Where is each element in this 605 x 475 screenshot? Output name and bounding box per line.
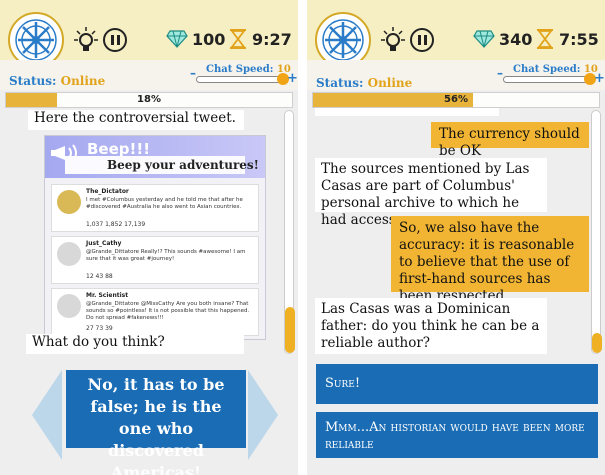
- speed-increase-button[interactable]: +: [287, 71, 298, 86]
- choice-sure-button[interactable]: Sure!: [316, 364, 598, 404]
- choice-text: Mmm...An historian would have been more …: [325, 420, 585, 452]
- status-bar: Status: Online – Chat Speed: 10 +: [307, 60, 605, 90]
- chat-speed-label: Chat Speed: 10: [206, 64, 291, 75]
- avatar: [57, 294, 81, 318]
- progress-bar: 18%: [5, 92, 293, 108]
- chat-scrollbar-thumb[interactable]: [592, 333, 602, 353]
- status-value: Online: [60, 74, 106, 88]
- tweet-post: The_Dictator I met #Columbus yesterday a…: [51, 184, 259, 232]
- time-remaining: 9:27: [252, 30, 292, 49]
- tweet-stats: 12 43 88: [86, 273, 113, 280]
- tweet-stats: 1,037 1,852 17,139: [86, 221, 146, 228]
- hourglass-timer-icon: [230, 29, 246, 49]
- tweet-screenshot-image: Beep!!! Beep your adventures! The_Dictat…: [44, 135, 266, 340]
- tweet-post: Mr. Scientist @Grande_Dittatore @MissCat…: [51, 288, 259, 336]
- status-indicator: Status: Online: [9, 74, 105, 88]
- chat-message-text: Las Casas was a Dominican father: do you…: [321, 301, 540, 351]
- chat-message: Las Casas was a Dominican father: do you…: [315, 298, 547, 354]
- choice-historian-button[interactable]: Mmm...An historian would have been more …: [316, 412, 598, 458]
- tweet-stats: 27 73 39: [86, 325, 113, 332]
- chat-scrollbar[interactable]: [591, 110, 602, 354]
- answer-option-button[interactable]: No, it has to be false; he is the one wh…: [66, 370, 246, 475]
- previous-answer-arrow-icon[interactable]: [30, 370, 62, 460]
- status-label: Status:: [9, 74, 57, 88]
- chat-message-partial: [315, 108, 499, 116]
- lightbulb-hint-icon[interactable]: [380, 26, 406, 56]
- time-remaining: 7:55: [559, 30, 599, 49]
- tweet-text: I met #Columbus yesterday and he told me…: [86, 197, 243, 210]
- status-bar: Status: Online – Chat Speed: 10 +: [0, 60, 298, 90]
- chat-message: What do you think?: [26, 334, 244, 354]
- tweet-header: Beep!!! Beep your adventures!: [45, 136, 265, 178]
- tweet-text: @Grande_Dittatore @MissCathy Are you bot…: [86, 301, 250, 321]
- tweet-author: The_Dictator: [86, 188, 129, 195]
- progress-percent: 18%: [137, 94, 161, 105]
- chat-speed-text: Chat Speed:: [513, 64, 581, 75]
- tweet-app-subtitle: Beep your adventures!: [107, 158, 259, 172]
- chat-reply: The currency should be OK: [431, 122, 589, 159]
- chat-reply: So, we also have the accuracy: it is rea…: [391, 216, 589, 304]
- progress-percent: 56%: [444, 94, 468, 105]
- diamond-gem-icon: [166, 30, 188, 48]
- status-indicator: Status: Online: [316, 76, 412, 90]
- status-value: Online: [367, 76, 413, 90]
- tweet-text: @Grande_Dittatore Really!? This sounds #…: [86, 249, 246, 262]
- chat-speed-slider[interactable]: [503, 76, 593, 83]
- chat-area: The currency should be OK The sources me…: [307, 108, 605, 358]
- left-phone-screen: 100 9:27 Status: Online – Chat Speed: 10…: [0, 0, 298, 475]
- chat-reply-text: The currency should be OK: [439, 126, 580, 159]
- pause-button[interactable]: [103, 28, 127, 52]
- next-answer-arrow-icon[interactable]: [248, 370, 280, 460]
- tweet-author: Just_Cathy: [86, 240, 122, 247]
- answer-option-text: No, it has to be false; he is the one wh…: [87, 375, 225, 475]
- chat-message: The sources mentioned by Las Casas are p…: [315, 158, 547, 228]
- choice-text: Sure!: [325, 376, 361, 391]
- pause-button[interactable]: [410, 28, 434, 52]
- status-label: Status:: [316, 76, 364, 90]
- right-phone-screen: 340 7:55 Status: Online – Chat Speed: 10…: [307, 0, 605, 475]
- gem-count: 340: [499, 30, 533, 49]
- chat-message-text: Here the controversial tweet.: [34, 110, 236, 126]
- panel-separator: [298, 0, 307, 475]
- avatar: [57, 190, 81, 214]
- chat-message: Here the controversial tweet.: [28, 110, 244, 130]
- hourglass-timer-icon: [537, 29, 553, 49]
- diamond-gem-icon: [473, 30, 495, 48]
- avatar: [57, 242, 81, 266]
- chat-scrollbar-thumb[interactable]: [285, 307, 295, 353]
- gem-count: 100: [192, 30, 226, 49]
- chat-speed-text: Chat Speed:: [206, 64, 274, 75]
- lightbulb-hint-icon[interactable]: [73, 26, 99, 56]
- tweet-author: Mr. Scientist: [86, 292, 129, 299]
- chat-scrollbar[interactable]: [284, 110, 295, 354]
- chat-reply-text: So, we also have the accuracy: it is rea…: [399, 220, 575, 304]
- chat-message-text: What do you think?: [32, 334, 165, 350]
- chat-speed-slider[interactable]: [196, 76, 286, 83]
- tweet-post: Just_Cathy @Grande_Dittatore Really!? Th…: [51, 236, 259, 284]
- speed-increase-button[interactable]: +: [594, 71, 605, 86]
- chat-speed-label: Chat Speed: 10: [513, 64, 598, 75]
- progress-bar: 56%: [312, 92, 600, 108]
